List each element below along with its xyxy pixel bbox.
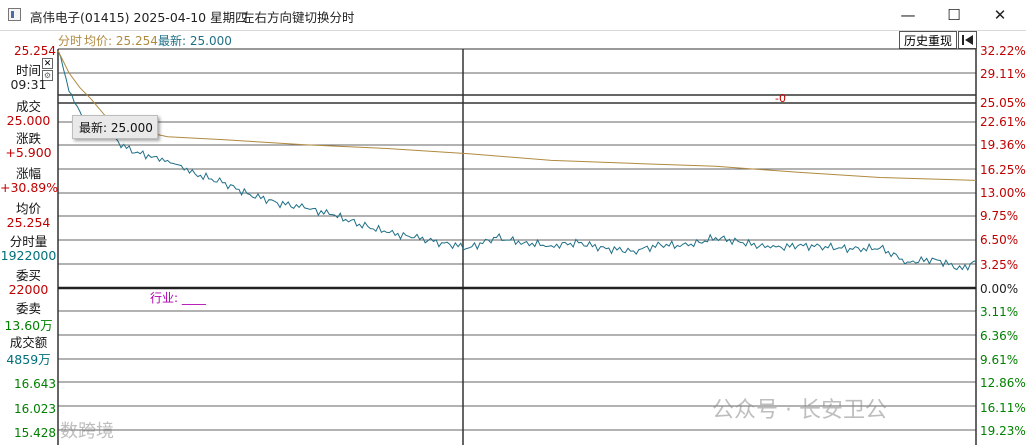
right-axis-label: 16.25% xyxy=(980,163,1026,177)
history-replay-button[interactable]: 历史重现 xyxy=(899,31,957,49)
maximize-icon[interactable]: ☐ xyxy=(931,0,977,30)
right-axis-label: 16.11% xyxy=(980,401,1026,415)
window-hint: 左右方向键切换分时 xyxy=(242,10,355,25)
right-axis-label: 9.61% xyxy=(980,353,1019,367)
right-axis-label: 25.05% xyxy=(980,96,1026,110)
info-value: 25.254 xyxy=(6,215,51,230)
right-axis-label: 19.36% xyxy=(980,138,1026,152)
right-axis-label: 19.23% xyxy=(980,424,1026,438)
info-value: 1922000 xyxy=(0,248,57,263)
right-axis-label: 0.00% xyxy=(980,282,1019,296)
left-axis-label: 16.643 xyxy=(14,377,56,391)
info-value: 09:31 xyxy=(10,77,47,92)
chart-label: 分时 xyxy=(58,34,83,48)
watermark-wechat: 公众号 · 长安卫公 xyxy=(712,398,887,423)
title-bar: 高伟电子(01415) 2025-04-10 星期四 左右方向键切换分时 — ☐… xyxy=(0,0,1026,31)
right-axis-label: 6.50% xyxy=(980,233,1019,247)
close-icon[interactable]: ✕ xyxy=(977,0,1023,30)
left-axis-label: 16.023 xyxy=(14,402,56,416)
right-axis-label: 32.22% xyxy=(980,44,1026,58)
right-axis-label: 12.86% xyxy=(980,376,1026,390)
price-tooltip: 最新: 25.000 xyxy=(72,115,158,139)
info-value: 22000 xyxy=(8,282,49,297)
right-axis-label: 22.61% xyxy=(980,115,1026,129)
avg-price-label: 均价: 25.254 xyxy=(84,34,158,48)
right-axis-label: 3.11% xyxy=(980,305,1019,319)
left-axis-label: 25.254 xyxy=(14,44,56,58)
jump-start-icon[interactable] xyxy=(958,31,977,49)
info-value: +5.900 xyxy=(5,145,52,160)
info-value: 25.000 xyxy=(6,113,51,128)
industry-label: 行业: ____ xyxy=(150,291,206,305)
watermark-logo: 数跨境 xyxy=(60,421,114,442)
right-axis-label: 29.11% xyxy=(980,67,1026,81)
timeshare-chart xyxy=(57,48,977,445)
info-value: +30.89% xyxy=(0,180,59,195)
right-axis-label: 9.75% xyxy=(980,209,1019,223)
left-axis-label: 15.428 xyxy=(14,426,56,440)
window-title: 高伟电子(01415) 2025-04-10 星期四 xyxy=(30,10,248,25)
right-axis-label: 3.25% xyxy=(980,258,1019,272)
jump-start-glyph xyxy=(962,35,973,45)
zero-marker: -0 xyxy=(775,92,786,105)
right-axis-label: 6.36% xyxy=(980,329,1019,343)
info-value: 4859万 xyxy=(6,352,51,367)
last-price-label: 最新: 25.000 xyxy=(158,34,232,48)
right-axis-label: 13.00% xyxy=(980,186,1026,200)
price-line xyxy=(57,50,977,272)
app-icon xyxy=(8,8,21,21)
minimize-icon[interactable]: — xyxy=(885,0,931,30)
average-line xyxy=(57,50,977,181)
